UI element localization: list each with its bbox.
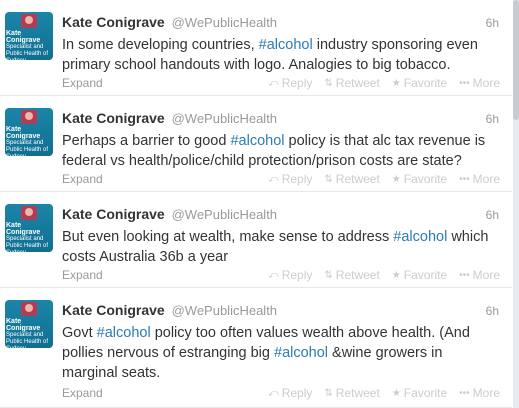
author-handle[interactable]: @WePublicHealth xyxy=(172,303,277,318)
tweet-header: Kate Conigrave @WePublicHealth xyxy=(62,14,277,30)
scrollbar[interactable] xyxy=(513,0,519,408)
tweet-timestamp[interactable]: 6h xyxy=(486,304,499,318)
tweet-actions: ⤺ Reply ⇅ Retweet ★ Favorite ••• More xyxy=(268,76,500,90)
more-button[interactable]: ••• More xyxy=(459,172,500,186)
star-icon: ★ xyxy=(391,387,401,399)
tweet-actions: ⤺ Reply ⇅ Retweet ★ Favorite ••• More xyxy=(268,268,500,282)
tweet-text: In some developing countries, #alcohol i… xyxy=(62,37,478,73)
tweet-timestamp[interactable]: 6h xyxy=(486,16,499,30)
tweet-text: Govt #alcohol policy too often values we… xyxy=(62,325,470,381)
author-handle[interactable]: @WePublicHealth xyxy=(172,15,277,30)
avatar-caption: Kate Conigrave Specialist and Public Hea… xyxy=(6,222,49,252)
avatar-photo xyxy=(21,302,37,316)
tweet[interactable]: Kate Conigrave Specialist and Public Hea… xyxy=(0,288,512,408)
reply-button[interactable]: ⤺ Reply xyxy=(268,386,312,400)
tweet-timestamp[interactable]: 6h xyxy=(486,208,499,222)
author-handle[interactable]: @WePublicHealth xyxy=(172,111,277,126)
hashtag-link[interactable]: #alcohol xyxy=(259,37,313,53)
reply-button[interactable]: ⤺ Reply xyxy=(268,172,312,186)
avatar-caption: Kate Conigrave Specialist and Public Hea… xyxy=(6,318,49,348)
more-button[interactable]: ••• More xyxy=(459,76,500,90)
avatar[interactable]: Kate Conigrave Specialist and Public Hea… xyxy=(5,108,53,156)
retweet-button[interactable]: ⇅ Retweet xyxy=(324,386,379,400)
hashtag-link[interactable]: #alcohol xyxy=(274,345,328,361)
hashtag-link[interactable]: #alcohol xyxy=(393,229,447,245)
avatar[interactable]: Kate Conigrave Specialist and Public Hea… xyxy=(5,204,53,252)
more-dots-icon: ••• xyxy=(459,269,470,281)
avatar[interactable]: Kate Conigrave Specialist and Public Hea… xyxy=(5,300,53,348)
scrollbar-thumb[interactable] xyxy=(513,0,519,120)
avatar[interactable]: Kate Conigrave Specialist and Public Hea… xyxy=(5,12,53,60)
author-handle[interactable]: @WePublicHealth xyxy=(172,207,277,222)
retweet-button[interactable]: ⇅ Retweet xyxy=(324,76,379,90)
star-icon: ★ xyxy=(391,173,401,185)
reply-icon: ⤺ xyxy=(268,173,279,185)
tweet-header: Kate Conigrave @WePublicHealth xyxy=(62,206,277,222)
more-button[interactable]: ••• More xyxy=(459,268,500,282)
reply-button[interactable]: ⤺ Reply xyxy=(268,268,312,282)
favorite-button[interactable]: ★ Favorite xyxy=(392,76,447,90)
reply-icon: ⤺ xyxy=(268,387,279,399)
more-dots-icon: ••• xyxy=(459,77,470,89)
retweet-icon: ⇅ xyxy=(324,173,333,185)
favorite-button[interactable]: ★ Favorite xyxy=(392,386,447,400)
tweet[interactable]: Kate Conigrave Specialist and Public Hea… xyxy=(0,96,512,192)
author-name[interactable]: Kate Conigrave xyxy=(62,206,165,222)
retweet-icon: ⇅ xyxy=(324,387,333,399)
reply-button[interactable]: ⤺ Reply xyxy=(268,76,312,90)
tweet[interactable]: Kate Conigrave Specialist and Public Hea… xyxy=(0,192,512,288)
avatar-photo xyxy=(21,14,37,28)
avatar-photo xyxy=(21,206,37,220)
retweet-button[interactable]: ⇅ Retweet xyxy=(324,268,379,282)
tweet-timestamp[interactable]: 6h xyxy=(486,112,499,126)
expand-link[interactable]: Expand xyxy=(62,386,103,400)
tweet-text: But even looking at wealth, make sense t… xyxy=(62,229,489,265)
hashtag-link[interactable]: #alcohol xyxy=(230,133,284,149)
author-name[interactable]: Kate Conigrave xyxy=(62,302,165,318)
reply-icon: ⤺ xyxy=(268,77,279,89)
expand-link[interactable]: Expand xyxy=(62,268,103,282)
author-name[interactable]: Kate Conigrave xyxy=(62,14,165,30)
retweet-button[interactable]: ⇅ Retweet xyxy=(324,172,379,186)
reply-icon: ⤺ xyxy=(268,269,279,281)
more-button[interactable]: ••• More xyxy=(459,386,500,400)
retweet-icon: ⇅ xyxy=(324,269,333,281)
favorite-button[interactable]: ★ Favorite xyxy=(392,268,447,282)
avatar-caption: Kate Conigrave Specialist and Public Hea… xyxy=(6,30,49,60)
tweet[interactable]: Kate Conigrave Specialist and Public Hea… xyxy=(0,0,512,96)
tweet-actions: ⤺ Reply ⇅ Retweet ★ Favorite ••• More xyxy=(268,172,500,186)
author-name[interactable]: Kate Conigrave xyxy=(62,110,165,126)
avatar-photo xyxy=(21,110,37,124)
tweet-timeline: Kate Conigrave Specialist and Public Hea… xyxy=(0,0,512,408)
hashtag-link[interactable]: #alcohol xyxy=(97,325,151,341)
tweet-header: Kate Conigrave @WePublicHealth xyxy=(62,110,277,126)
star-icon: ★ xyxy=(391,77,401,89)
expand-link[interactable]: Expand xyxy=(62,76,103,90)
avatar-caption: Kate Conigrave Specialist and Public Hea… xyxy=(6,126,49,156)
tweet-actions: ⤺ Reply ⇅ Retweet ★ Favorite ••• More xyxy=(268,386,500,400)
tweet-text: Perhaps a barrier to good #alcohol polic… xyxy=(62,133,486,169)
star-icon: ★ xyxy=(391,269,401,281)
retweet-icon: ⇅ xyxy=(324,77,333,89)
favorite-button[interactable]: ★ Favorite xyxy=(392,172,447,186)
tweet-header: Kate Conigrave @WePublicHealth xyxy=(62,302,277,318)
more-dots-icon: ••• xyxy=(459,173,470,185)
expand-link[interactable]: Expand xyxy=(62,172,103,186)
more-dots-icon: ••• xyxy=(459,387,470,399)
